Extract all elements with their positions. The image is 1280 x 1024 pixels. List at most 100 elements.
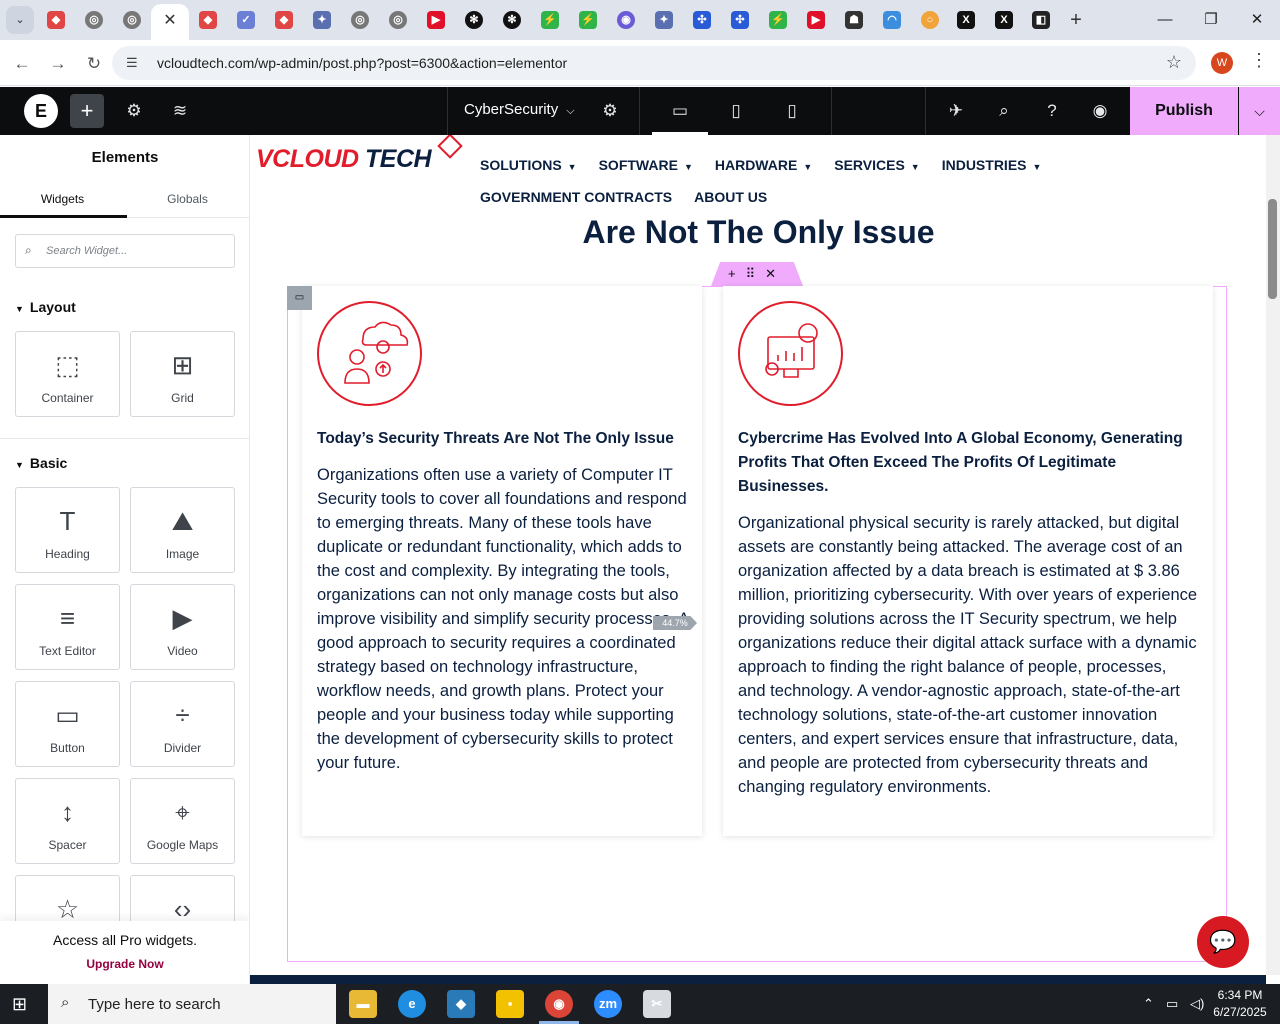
menu-about-us[interactable]: ABOUT US <box>694 189 767 205</box>
widget-spacer[interactable]: ↕ Spacer <box>15 778 120 864</box>
network-icon[interactable]: ▭ <box>1166 996 1178 1012</box>
publish-button[interactable]: Publish <box>1130 87 1238 135</box>
edge-icon[interactable]: e <box>398 990 426 1018</box>
elementor-logo-icon[interactable]: E <box>24 94 58 128</box>
upgrade-now-link[interactable]: Upgrade Now <box>0 957 249 971</box>
section-handle[interactable]: +⠿✕ <box>711 262 803 286</box>
windows-start-icon[interactable]: ⊞ <box>12 994 27 1015</box>
back-icon[interactable]: ← <box>10 52 34 76</box>
menu-government-contracts[interactable]: GOVERNMENT CONTRACTS <box>480 189 672 205</box>
close-window-icon[interactable]: ✕ <box>1242 8 1272 32</box>
tab-favicon-icon[interactable]: ◠ <box>883 11 901 29</box>
tab-favicon-icon[interactable]: ◎ <box>123 11 141 29</box>
widget-button[interactable]: ▭ Button <box>15 681 120 767</box>
chrome-menu-icon[interactable]: ⋮ <box>1250 50 1268 71</box>
tab-favicon-icon[interactable]: ✦ <box>655 11 673 29</box>
tab-favicon-icon[interactable]: ⚡ <box>579 11 597 29</box>
tab-favicon-icon[interactable]: ◉ <box>617 11 635 29</box>
tray-chevron-icon[interactable]: ⌃ <box>1143 996 1154 1012</box>
url-text[interactable]: vcloudtech.com/wp-admin/post.php?post=63… <box>157 55 567 71</box>
widget-text-editor[interactable]: ≡ Text Editor <box>15 584 120 670</box>
category-basic[interactable]: ▼ Basic <box>15 455 67 471</box>
content-card[interactable]: Today’s Security Threats Are Not The Onl… <box>302 286 702 836</box>
youtube-tab-icon[interactable]: ▶ <box>807 11 825 29</box>
app-icon[interactable]: ◆ <box>447 990 475 1018</box>
tab-favicon-icon[interactable]: ✣ <box>731 11 749 29</box>
canvas-scrollbar[interactable] <box>1266 135 1280 975</box>
x-tab-icon[interactable]: X <box>995 11 1013 29</box>
tab-favicon-icon[interactable]: ◎ <box>85 11 103 29</box>
column-handle-icon[interactable]: ▭ <box>287 286 312 310</box>
document-name-dropdown[interactable]: CyberSecurity ⌵ <box>464 101 575 118</box>
tab-favicon-icon[interactable]: ✣ <box>693 11 711 29</box>
menu-hardware[interactable]: HARDWARE ▼ <box>715 157 812 173</box>
notifications-rocket-icon[interactable]: ✈ <box>944 99 968 123</box>
snipping-tool-icon[interactable]: ✂ <box>643 990 671 1018</box>
volume-icon[interactable]: ◁) <box>1190 996 1204 1012</box>
column-width-badge[interactable]: 44.7% <box>653 616 697 630</box>
widget-google-maps[interactable]: ⌖ Google Maps <box>130 778 235 864</box>
taskbar-search-box[interactable]: ⌕ Type here to search <box>48 984 336 1024</box>
widget-image[interactable]: ⛰ Image <box>130 487 235 573</box>
tab-favicon-icon[interactable]: ⚡ <box>541 11 559 29</box>
chat-bubble-icon[interactable]: 💬 <box>1197 916 1249 968</box>
widget-search-input[interactable]: ⌕ Search Widget... <box>15 234 235 268</box>
site-info-icon[interactable]: ☰ <box>126 54 144 72</box>
new-tab-icon[interactable]: + <box>1064 8 1088 32</box>
widget-video[interactable]: ▶ Video <box>130 584 235 670</box>
tab-favicon-icon[interactable]: ⚡ <box>769 11 787 29</box>
tab-favicon-icon[interactable]: ◆ <box>275 11 293 29</box>
menu-industries[interactable]: INDUSTRIES ▼ <box>942 157 1042 173</box>
tab-search-icon[interactable]: ⌄ <box>6 6 34 34</box>
tablet-icon[interactable]: ▯ <box>724 99 748 123</box>
help-icon[interactable]: ? <box>1040 99 1064 123</box>
tab-globals[interactable]: Globals <box>125 192 249 206</box>
publish-options-chevron-icon[interactable]: ⌵ <box>1239 87 1280 135</box>
tab-favicon-icon[interactable]: ◎ <box>389 11 407 29</box>
structure-layers-icon[interactable]: ≋ <box>168 99 192 123</box>
minimize-icon[interactable]: — <box>1150 8 1180 32</box>
file-explorer-icon[interactable]: ▬ <box>349 990 377 1018</box>
menu-services[interactable]: SERVICES ▼ <box>834 157 919 173</box>
youtube-tab-icon[interactable]: ▶ <box>427 11 445 29</box>
desktop-icon[interactable]: ▭ <box>668 99 692 123</box>
scrollbar-thumb[interactable] <box>1268 199 1277 299</box>
x-tab-icon[interactable]: X <box>957 11 975 29</box>
tab-favicon-icon[interactable]: ◆ <box>47 11 65 29</box>
openai-tab-icon[interactable]: ✻ <box>503 11 521 29</box>
site-logo[interactable]: VCLOUD TECH <box>256 145 432 174</box>
openai-tab-icon[interactable]: ✻ <box>465 11 483 29</box>
omnibox[interactable]: ☰ vcloudtech.com/wp-admin/post.php?post=… <box>112 46 1196 80</box>
tab-favicon-icon[interactable]: ✓ <box>237 11 255 29</box>
page-settings-icon[interactable]: ⚙ <box>598 99 622 123</box>
sticky-notes-icon[interactable]: ▪ <box>496 990 524 1018</box>
tab-favicon-icon[interactable]: ☗ <box>845 11 863 29</box>
category-layout[interactable]: ▼ Layout <box>15 299 76 315</box>
widget-heading[interactable]: T Heading <box>15 487 120 573</box>
search-icon[interactable]: ⌕ <box>992 99 1016 123</box>
tab-favicon-icon[interactable]: ◆ <box>199 11 217 29</box>
add-element-button[interactable]: + <box>70 94 104 128</box>
bookmark-star-icon[interactable]: ☆ <box>1166 52 1182 73</box>
widget-divider[interactable]: ÷ Divider <box>130 681 235 767</box>
tab-widgets[interactable]: Widgets <box>0 192 125 206</box>
tab-favicon-icon[interactable]: ✦ <box>313 11 331 29</box>
tab-favicon-icon[interactable]: ◎ <box>351 11 369 29</box>
section-heading[interactable]: Are Not The Only Issue <box>251 214 1266 251</box>
content-card[interactable]: Cybercrime Has Evolved Into A Global Eco… <box>723 286 1213 836</box>
widget-container[interactable]: ⬚ Container <box>15 331 120 417</box>
menu-solutions[interactable]: SOLUTIONS ▼ <box>480 157 577 173</box>
zoom-icon[interactable]: zm <box>594 990 622 1018</box>
restore-icon[interactable]: ❐ <box>1196 8 1226 32</box>
tab-favicon-icon[interactable]: ◧ <box>1032 11 1050 29</box>
tab-favicon-icon[interactable]: ○ <box>921 11 939 29</box>
reload-icon[interactable]: ↻ <box>82 52 106 76</box>
menu-software[interactable]: SOFTWARE ▼ <box>599 157 693 173</box>
widget-grid[interactable]: ⊞ Grid <box>130 331 235 417</box>
preview-eye-icon[interactable]: ◉ <box>1088 99 1112 123</box>
mobile-icon[interactable]: ▯ <box>780 99 804 123</box>
active-tab-close-icon[interactable]: ✕ <box>151 4 189 40</box>
site-settings-icon[interactable]: ⚙ <box>122 99 146 123</box>
forward-icon[interactable]: → <box>46 52 70 76</box>
profile-avatar[interactable]: W <box>1211 52 1233 74</box>
